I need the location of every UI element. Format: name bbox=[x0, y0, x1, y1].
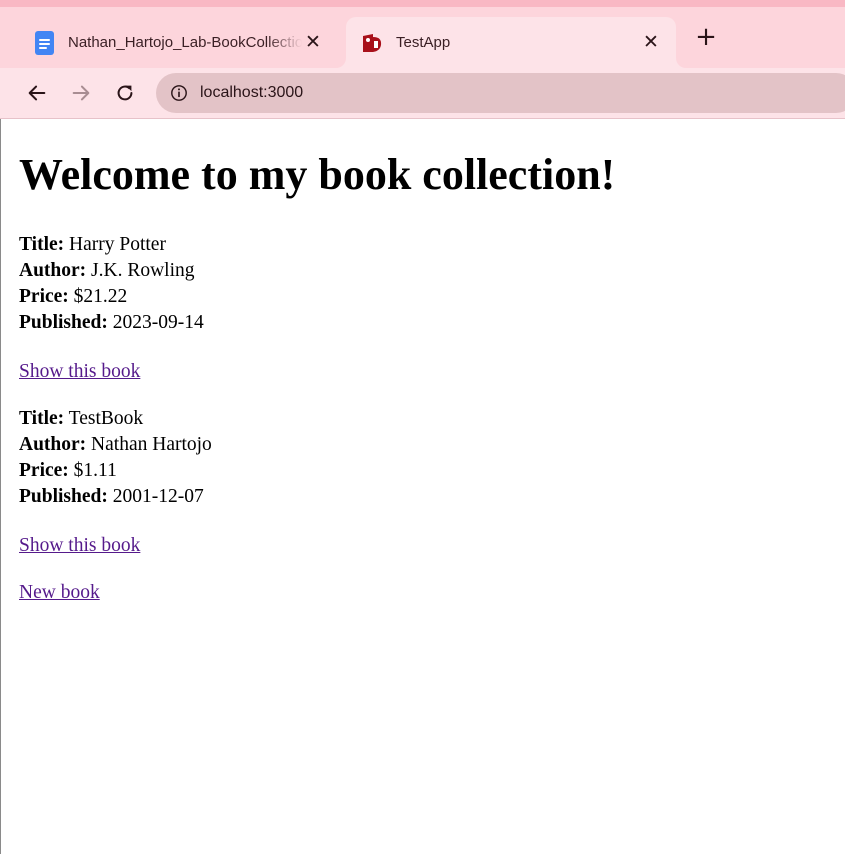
url-text: localhost:3000 bbox=[200, 84, 304, 101]
book-author: Nathan Hartojo bbox=[91, 434, 212, 455]
book-published-row: Published: 2001-12-07 bbox=[19, 484, 615, 510]
forward-button[interactable] bbox=[66, 78, 96, 108]
book-author-row: Author: J.K. Rowling bbox=[19, 258, 615, 284]
book-price-row: Price: $21.22 bbox=[19, 284, 615, 310]
page-title: Welcome to my book collection! bbox=[19, 150, 616, 199]
reload-button[interactable] bbox=[110, 78, 140, 108]
field-label: Published: bbox=[19, 486, 108, 507]
book-price-row: Price: $1.11 bbox=[19, 458, 615, 484]
book-price: $21.22 bbox=[73, 286, 128, 307]
browser-toolbar: localhost:3000 bbox=[0, 68, 845, 119]
show-book-link[interactable]: Show this book bbox=[19, 359, 615, 385]
book-title-row: Title: Harry Potter bbox=[19, 232, 615, 258]
show-book-link[interactable]: Show this book bbox=[19, 533, 615, 559]
field-label: Title: bbox=[19, 234, 65, 255]
tab-strip: Nathan_Hartojo_Lab-BookCollection ✕ Test… bbox=[0, 0, 845, 68]
book-title: Harry Potter bbox=[69, 234, 166, 255]
tab-title: TestApp bbox=[396, 34, 451, 51]
field-label: Author: bbox=[19, 434, 87, 455]
field-label: Price: bbox=[19, 286, 69, 307]
book-title-row: Title: TestBook bbox=[19, 406, 615, 432]
tab-testapp[interactable]: TestApp ✕ bbox=[346, 17, 676, 68]
close-tab-icon[interactable]: ✕ bbox=[640, 32, 662, 54]
book-published: 2023-09-14 bbox=[112, 312, 204, 333]
book-author-row: Author: Nathan Hartojo bbox=[19, 432, 615, 458]
google-docs-icon bbox=[35, 30, 54, 55]
book-published: 2001-12-07 bbox=[112, 486, 204, 507]
rails-icon bbox=[363, 33, 382, 52]
new-book-link[interactable]: New book bbox=[19, 580, 615, 606]
book-published-row: Published: 2023-09-14 bbox=[19, 310, 615, 336]
tab-strip-top-edge bbox=[0, 0, 845, 7]
book-title: TestBook bbox=[68, 408, 144, 429]
new-tab-button[interactable]: + bbox=[693, 24, 719, 50]
book-entry: Title: Harry Potter Author: J.K. Rowling… bbox=[19, 232, 615, 336]
info-icon[interactable] bbox=[170, 84, 188, 102]
field-label: Author: bbox=[19, 260, 87, 281]
back-button[interactable] bbox=[22, 78, 52, 108]
page-content: Welcome to my book collection! Title: Ha… bbox=[0, 119, 845, 854]
book-author: J.K. Rowling bbox=[91, 260, 195, 281]
reload-icon bbox=[117, 85, 133, 101]
page-body: Welcome to my book collection! Title: Ha… bbox=[19, 119, 615, 606]
field-label: Title: bbox=[19, 408, 65, 429]
arrow-left-icon bbox=[28, 85, 46, 101]
close-tab-icon[interactable]: ✕ bbox=[302, 32, 324, 54]
tab-title: Nathan_Hartojo_Lab-BookCollection bbox=[68, 34, 302, 51]
field-label: Price: bbox=[19, 460, 69, 481]
tab-book-collection-doc[interactable]: Nathan_Hartojo_Lab-BookCollection ✕ bbox=[20, 17, 338, 68]
arrow-right-icon bbox=[72, 85, 90, 101]
book-price: $1.11 bbox=[73, 460, 117, 481]
address-bar[interactable]: localhost:3000 bbox=[156, 73, 845, 113]
field-label: Published: bbox=[19, 312, 108, 333]
book-entry: Title: TestBook Author: Nathan Hartojo P… bbox=[19, 406, 615, 510]
